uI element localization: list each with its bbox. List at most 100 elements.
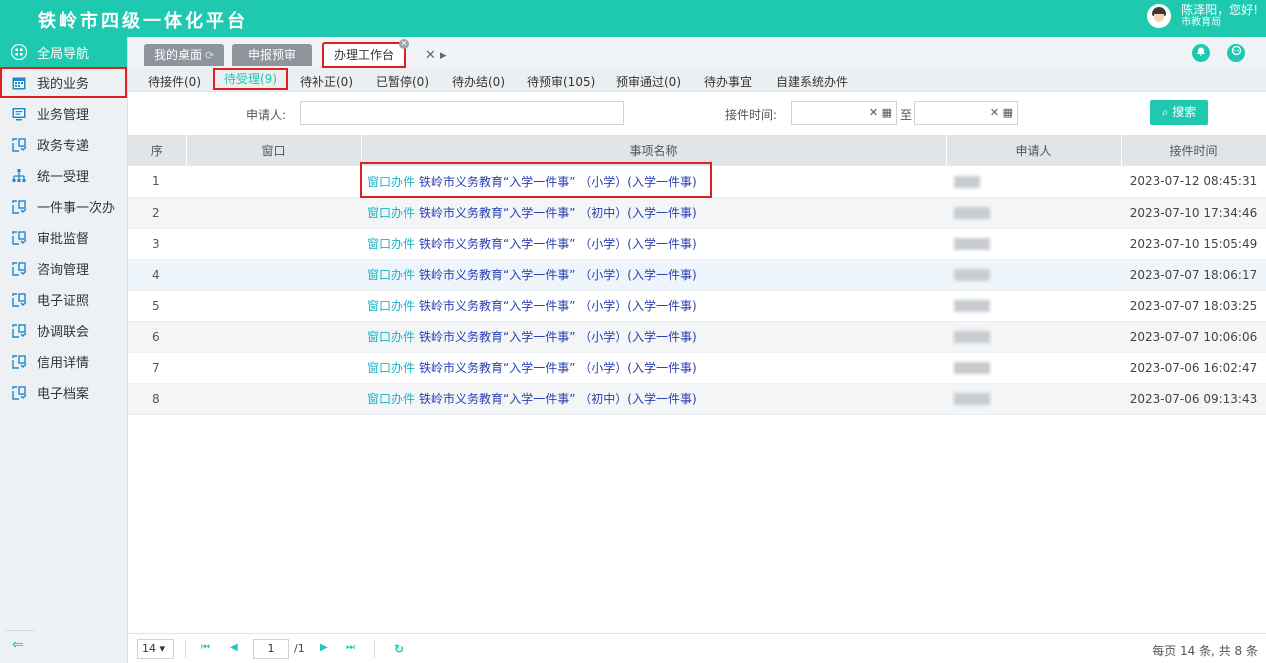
first-page-icon[interactable]: ⏮	[201, 642, 210, 653]
tab-my-desktop[interactable]: 我的桌面 ⟳	[144, 44, 225, 66]
item-name-link[interactable]: 铁岭市义务教育“入学一件事” （小学）(入学一件事)	[419, 330, 697, 344]
subtab-pending-accept[interactable]: 待受理(9)	[213, 68, 288, 90]
item-name-cell[interactable]: 窗口办件 铁岭市义务教育“入学一件事” （小学）(入学一件事)	[361, 352, 946, 384]
window-icon	[11, 354, 27, 370]
case-type-link[interactable]: 窗口办件	[367, 330, 415, 344]
sidebar-item-coordination[interactable]: 协调联会	[0, 315, 127, 346]
redacted-applicant	[954, 207, 990, 219]
table-row[interactable]: 1 窗口办件 铁岭市义务教育“入学一件事” （小学）(入学一件事) 2023-07…	[128, 166, 1266, 198]
tab-workbench[interactable]: 办理工作台 ✕	[322, 39, 410, 68]
item-name-cell[interactable]: 窗口办件 铁岭市义务教育“入学一件事” （小学）(入学一件事)	[361, 321, 946, 353]
col-header-item-name: 事项名称	[361, 135, 947, 166]
subtab-pending-finish[interactable]: 待办结(0)	[452, 73, 505, 90]
item-name-cell[interactable]: 窗口办件 铁岭市义务教育“入学一件事” （小学）(入学一件事)	[361, 228, 946, 260]
sidebar-item-one-thing[interactable]: 一件事一次办	[0, 191, 127, 222]
table-row[interactable]: 2 窗口办件 铁岭市义务教育“入学一件事” （初中）(入学一件事) 2023-07…	[128, 197, 1266, 229]
subtab-paused[interactable]: 已暂停(0)	[376, 73, 429, 90]
window-cell	[186, 383, 361, 415]
total-pages: /1	[294, 642, 305, 655]
next-page-icon[interactable]: ▶	[320, 642, 328, 653]
sidebar-item-gov-delivery[interactable]: 政务专递	[0, 129, 127, 160]
tab-scroll-controls[interactable]: ✕ ▸	[425, 48, 447, 63]
sidebar-item-approval-supervision[interactable]: 审批监督	[0, 222, 127, 253]
sidebar-item-credit[interactable]: 信用详情	[0, 346, 127, 377]
task-table: 序 窗口 事项名称 申请人 接件时间 1 窗口办件 铁岭市义务教育“入学一件事” …	[128, 135, 1266, 415]
sidebar-item-global-nav[interactable]: 全局导航	[0, 37, 127, 67]
redacted-applicant	[954, 393, 990, 405]
table-row[interactable]: 4 窗口办件 铁岭市义务教育“入学一件事” （小学）(入学一件事) 2023-07…	[128, 259, 1266, 291]
receive-time-cell: 2023-07-07 10:06:06	[1121, 321, 1266, 353]
case-type-link[interactable]: 窗口办件	[367, 206, 415, 220]
item-name-link[interactable]: 铁岭市义务教育“入学一件事” （小学）(入学一件事)	[419, 361, 697, 375]
receive-time-cell: 2023-07-06 09:13:43	[1121, 383, 1266, 415]
calendar-icon[interactable]: ✕ ▦	[990, 106, 1013, 119]
item-name-cell[interactable]: 窗口办件 铁岭市义务教育“入学一件事” （小学）(入学一件事)	[361, 290, 946, 322]
calendar-icon[interactable]: ✕ ▦	[869, 106, 892, 119]
sidebar-item-consult[interactable]: 咨询管理	[0, 253, 127, 284]
item-name-link[interactable]: 铁岭市义务教育“入学一件事” （小学）(入学一件事)	[419, 175, 697, 189]
table-row[interactable]: 8 窗口办件 铁岭市义务教育“入学一件事” （初中）(入学一件事) 2023-07…	[128, 383, 1266, 415]
sidebar-item-e-archive[interactable]: 电子档案	[0, 377, 127, 408]
tab-bar: 我的桌面 ⟳ 申报预审 办理工作台 ✕ ✕ ▸	[128, 37, 1266, 68]
sidebar-item-label: 我的业务	[37, 77, 90, 92]
sidebar-item-my-business[interactable]: 我的业务	[0, 67, 127, 98]
sidebar-item-label: 审批监督	[37, 232, 90, 247]
subtab-pending-precheck[interactable]: 待预审(105)	[527, 73, 595, 90]
close-tab-icon[interactable]: ✕	[399, 39, 410, 49]
item-name-link[interactable]: 铁岭市义务教育“入学一件事” （初中）(入学一件事)	[419, 206, 697, 220]
row-number: 5	[128, 290, 186, 322]
grid-icon	[11, 44, 27, 60]
user-info[interactable]: 陈泽阳，您好! 市教育局	[1147, 3, 1258, 29]
item-name-link[interactable]: 铁岭市义务教育“入学一件事” （小学）(入学一件事)	[419, 237, 697, 251]
receive-time-cell: 2023-07-12 08:45:31	[1121, 166, 1266, 198]
search-button[interactable]: ⌕ 搜索	[1150, 100, 1208, 125]
item-name-cell[interactable]: 窗口办件 铁岭市义务教育“入学一件事” （初中）(入学一件事)	[361, 197, 946, 229]
item-name-link[interactable]: 铁岭市义务教育“入学一件事” （小学）(入学一件事)	[419, 268, 697, 282]
chevron-down-icon: ▾	[159, 642, 166, 655]
search-button-label: 搜索	[1172, 105, 1197, 119]
page-number-input[interactable]: 1	[253, 639, 289, 659]
item-name-cell[interactable]: 窗口办件 铁岭市义务教育“入学一件事” （初中）(入学一件事)	[361, 383, 946, 415]
subtab-pending-supplement[interactable]: 待补正(0)	[300, 73, 353, 90]
window-icon	[11, 230, 27, 246]
item-name-cell[interactable]: 窗口办件 铁岭市义务教育“入学一件事” （小学）(入学一件事)	[361, 166, 946, 198]
subtab-self-built[interactable]: 自建系统办件	[776, 73, 848, 90]
sidebar-item-label: 信用详情	[37, 356, 90, 371]
sidebar-item-unified-acceptance[interactable]: 统一受理	[0, 160, 127, 191]
window-icon	[11, 323, 27, 339]
table-row[interactable]: 3 窗口办件 铁岭市义务教育“入学一件事” （小学）(入学一件事) 2023-07…	[128, 228, 1266, 260]
item-name-cell[interactable]: 窗口办件 铁岭市义务教育“入学一件事” （小学）(入学一件事)	[361, 259, 946, 291]
case-type-link[interactable]: 窗口办件	[367, 361, 415, 375]
page-size-select[interactable]: 14 ▾	[137, 639, 174, 659]
refresh-icon[interactable]: ⟳	[205, 49, 214, 62]
sidebar-item-e-license[interactable]: 电子证照	[0, 284, 127, 315]
applicant-input[interactable]	[300, 101, 624, 125]
end-date-input[interactable]: ✕ ▦	[914, 101, 1018, 125]
subtab-pending-receive[interactable]: 待接件(0)	[148, 73, 201, 90]
tab-declaration-review[interactable]: 申报预审	[232, 44, 313, 66]
collapse-sidebar-icon[interactable]: ⇐	[12, 637, 24, 653]
item-name-link[interactable]: 铁岭市义务教育“入学一件事” （初中）(入学一件事)	[419, 392, 697, 406]
bell-icon[interactable]	[1192, 44, 1210, 62]
window-cell	[186, 166, 361, 198]
case-type-link[interactable]: 窗口办件	[367, 392, 415, 406]
case-type-link[interactable]: 窗口办件	[367, 268, 415, 282]
item-name-link[interactable]: 铁岭市义务教育“入学一件事” （小学）(入学一件事)	[419, 299, 697, 313]
case-type-link[interactable]: 窗口办件	[367, 299, 415, 313]
case-type-link[interactable]: 窗口办件	[367, 175, 415, 189]
table-row[interactable]: 6 窗口办件 铁岭市义务教育“入学一件事” （小学）(入学一件事) 2023-07…	[128, 321, 1266, 353]
subtab-todo[interactable]: 待办事宜	[704, 73, 752, 90]
avatar-icon[interactable]	[1147, 4, 1172, 28]
case-type-link[interactable]: 窗口办件	[367, 237, 415, 251]
last-page-icon[interactable]: ⏭	[346, 642, 355, 653]
prev-page-icon[interactable]: ◀	[230, 642, 238, 653]
sidebar-item-business-management[interactable]: 业务管理	[0, 98, 127, 129]
table-row[interactable]: 5 窗口办件 铁岭市义务教育“入学一件事” （小学）(入学一件事) 2023-07…	[128, 290, 1266, 322]
redacted-applicant	[954, 175, 980, 188]
start-date-input[interactable]: ✕ ▦	[791, 101, 897, 125]
subtab-precheck-passed[interactable]: 预审通过(0)	[616, 73, 681, 90]
table-row[interactable]: 7 窗口办件 铁岭市义务教育“入学一件事” （小学）(入学一件事) 2023-07…	[128, 352, 1266, 384]
chat-icon[interactable]	[1227, 44, 1245, 62]
reload-icon[interactable]: ↻	[394, 642, 404, 656]
sidebar-item-label: 政务专递	[37, 139, 90, 154]
